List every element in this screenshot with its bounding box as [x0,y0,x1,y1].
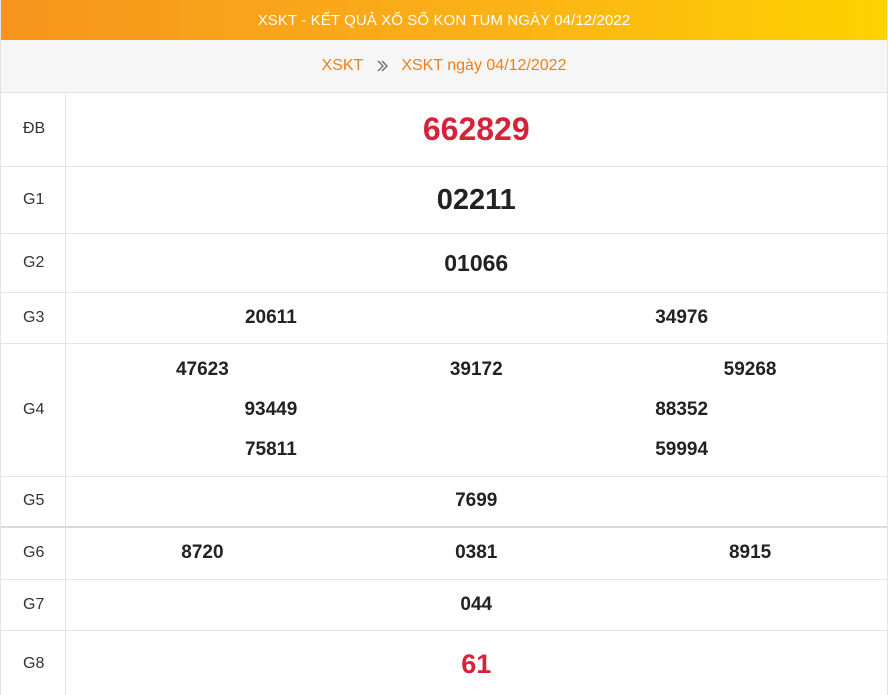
table-row: G2 01066 [1,233,887,293]
prize-label-g5: G5 [1,476,66,528]
page-title: XSKT - KẾT QUẢ XỔ SỐ KON TUM NGÀY 04/12/… [257,11,631,29]
breadcrumb-current-link[interactable]: XSKT ngày 04/12/2022 [401,57,566,75]
table-row: G1 02211 [1,166,887,234]
g4-number: 93449 [244,398,298,420]
g4-number: 75811 [244,438,297,460]
results-page: XSKT - KẾT QUẢ XỔ SỐ KON TUM NGÀY 04/12/… [0,0,888,695]
results-table: ĐB 662829 G1 02211 G2 01066 G3 20611 349… [1,93,887,695]
prize-label-g1: G1 [1,166,66,234]
page-header: XSKT - KẾT QUẢ XỔ SỐ KON TUM NGÀY 04/12/… [1,0,887,40]
prize-label-db: ĐB [1,93,66,167]
g4-number: 47623 [175,358,229,380]
breadcrumb-home-link[interactable]: XSKT [322,57,364,75]
g3-number: 20611 [244,306,297,328]
g1-number: 02211 [436,183,516,216]
special-prize-number: 662829 [422,111,530,148]
table-row: ĐB 662829 [1,93,887,167]
table-row: G6 8720 0381 8915 [1,527,887,580]
prize-label-g8: G8 [1,630,66,695]
g4-number: 39172 [449,358,503,380]
double-chevron-right-icon [377,60,389,72]
table-row: G8 61 [1,630,887,695]
g6-number: 0381 [455,542,498,564]
prize-label-g6: G6 [1,527,66,580]
prize-label-g3: G3 [1,292,66,344]
g6-number: 8720 [181,542,224,564]
prize-label-g7: G7 [1,579,66,631]
breadcrumb: XSKT XSKT ngày 04/12/2022 [1,40,887,93]
g3-number: 34976 [655,306,709,328]
g4-number: 88352 [655,398,709,420]
g4-number: 59268 [723,358,777,380]
prize-label-g2: G2 [1,233,66,293]
table-row: G4 47623 39172 59268 93449 88352 75811 5… [1,343,887,477]
g8-number: 61 [461,648,492,679]
table-row: G7 044 [1,579,887,631]
prize-label-g4: G4 [1,343,66,477]
g2-number: 01066 [444,249,509,276]
g5-number: 7699 [455,490,498,512]
table-row: G3 20611 34976 [1,292,887,344]
g4-number: 59994 [655,438,709,460]
g7-number: 044 [460,593,493,615]
table-row: G5 7699 [1,476,887,528]
g6-number: 8915 [728,542,772,564]
